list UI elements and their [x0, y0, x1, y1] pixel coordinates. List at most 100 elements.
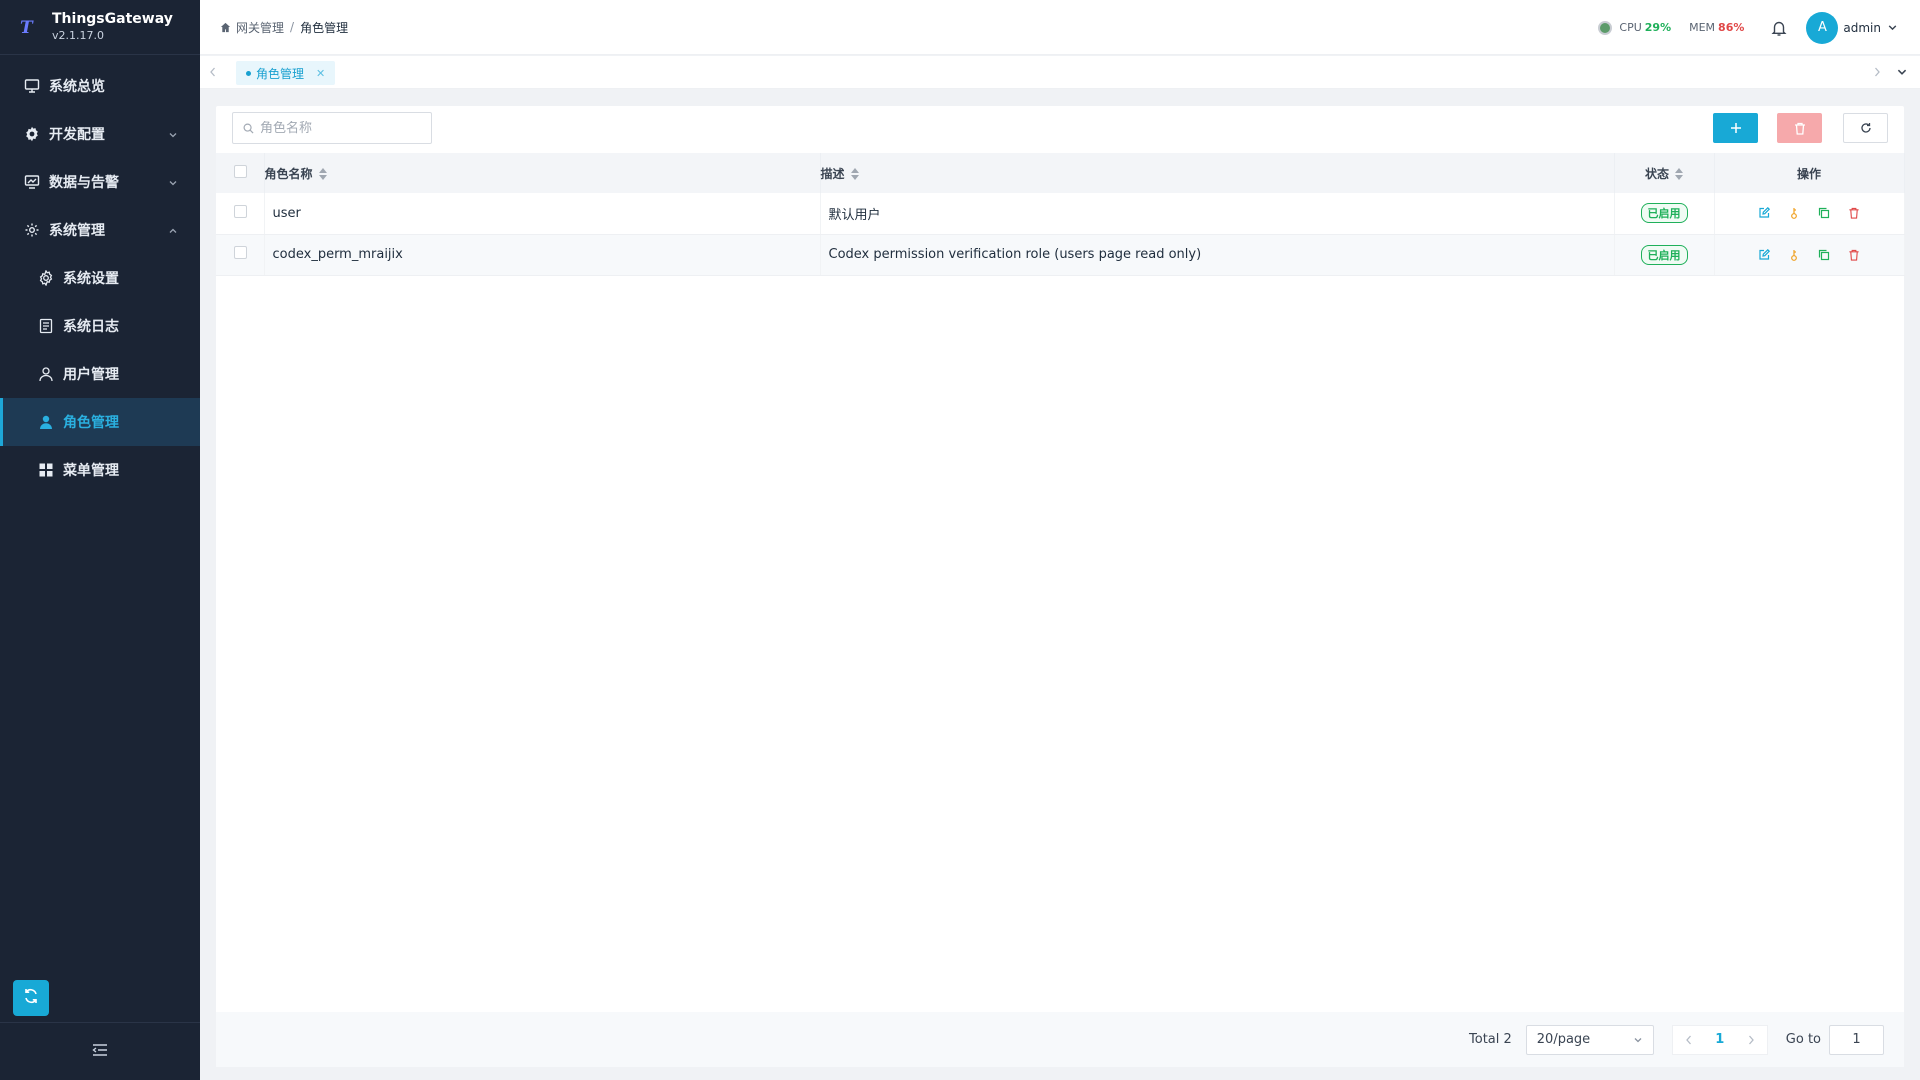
- column-header-description[interactable]: 描述: [820, 153, 1615, 193]
- copy-icon[interactable]: [1818, 249, 1830, 261]
- delete-icon[interactable]: [1848, 249, 1860, 261]
- key-icon[interactable]: [1788, 249, 1800, 261]
- sidebar-item-menu-management[interactable]: 菜单管理: [0, 446, 200, 494]
- sidebar-item-system-settings[interactable]: 系统设置: [0, 254, 200, 302]
- sidebar-item-system-admin[interactable]: 系统管理: [0, 206, 200, 254]
- add-button[interactable]: [1713, 113, 1758, 143]
- sidebar-item-label: 菜单管理: [63, 463, 119, 479]
- row-checkbox[interactable]: [234, 246, 247, 259]
- page-navigation: 1: [1671, 1024, 1768, 1055]
- sort-icon[interactable]: [850, 168, 859, 180]
- header-right: CPU 29% MEM 86% A admin: [1598, 0, 1898, 55]
- mem-value: 86%: [1718, 21, 1745, 34]
- column-header-status[interactable]: 状态: [1614, 153, 1715, 193]
- sidebar-menu: 系统总览 开发配置 数据与告警 系统管理 系统设置 系统日志 用户管理 角色管理…: [0, 62, 200, 494]
- app-name: ThingsGateway: [52, 11, 173, 27]
- user-solid-icon: [38, 414, 54, 430]
- page-size-select[interactable]: 20/page: [1525, 1024, 1654, 1055]
- username[interactable]: admin: [1843, 21, 1881, 35]
- table-header-row: 角色名称 描述 状态 操作: [216, 153, 1905, 193]
- sidebar-item-system-log[interactable]: 系统日志: [0, 302, 200, 350]
- column-title: 操作: [1796, 166, 1821, 181]
- sort-icon[interactable]: [1675, 168, 1683, 180]
- edit-icon[interactable]: [1758, 248, 1770, 261]
- batch-delete-button[interactable]: [1777, 113, 1822, 143]
- goto-label: Go to: [1785, 1032, 1821, 1047]
- table-row[interactable]: user 默认用户 已启用: [216, 193, 1905, 235]
- logo-icon: T: [20, 18, 33, 38]
- refresh-button[interactable]: [1843, 113, 1888, 143]
- sidebar: T ThingsGateway v2.1.17.0 系统总览 开发配置 数据与告…: [0, 0, 200, 1080]
- mem-label: MEM: [1689, 21, 1716, 34]
- breadcrumb-item-gateway[interactable]: 网关管理: [236, 19, 284, 36]
- grid-icon: [38, 462, 54, 478]
- key-icon[interactable]: [1788, 207, 1800, 220]
- column-header-name[interactable]: 角色名称: [264, 153, 821, 193]
- search-box[interactable]: [232, 112, 432, 144]
- chevron-up-icon: [168, 224, 178, 240]
- brand: T ThingsGateway v2.1.17.0: [0, 0, 200, 55]
- trash-icon: [1794, 122, 1806, 135]
- edit-icon[interactable]: [1758, 207, 1770, 219]
- chevron-down-icon: [168, 128, 178, 144]
- chevron-left-icon[interactable]: [208, 66, 218, 82]
- sidebar-item-label: 用户管理: [63, 367, 119, 383]
- current-page[interactable]: 1: [1715, 1032, 1724, 1047]
- sidebar-collapse-button[interactable]: [0, 1022, 200, 1080]
- role-description-cell: 默认用户: [820, 193, 1615, 235]
- goto-page-input[interactable]: 1: [1829, 1024, 1884, 1055]
- select-all-cell: [216, 153, 265, 193]
- chevron-down-icon[interactable]: [1887, 22, 1898, 33]
- column-title: 描述: [820, 166, 845, 181]
- sidebar-item-dev-config[interactable]: 开发配置: [0, 110, 200, 158]
- monitor-icon: [24, 78, 40, 94]
- search-icon: [243, 123, 254, 134]
- search-input[interactable]: [260, 120, 420, 136]
- sidebar-item-role-management[interactable]: 角色管理: [0, 398, 200, 446]
- breadcrumb-separator: /: [290, 20, 295, 34]
- total-count: Total 2: [1469, 1032, 1512, 1047]
- sync-button[interactable]: [13, 980, 49, 1016]
- row-actions: [1715, 248, 1904, 261]
- gear-icon: [24, 126, 40, 142]
- sort-icon[interactable]: [318, 168, 327, 180]
- breadcrumb: 网关管理 / 角色管理: [220, 19, 348, 36]
- gear-outline-icon: [38, 270, 54, 286]
- sidebar-item-label: 数据与告警: [49, 175, 119, 191]
- next-page-icon[interactable]: [1746, 1034, 1756, 1046]
- sidebar-item-label: 开发配置: [49, 127, 105, 143]
- sidebar-item-overview[interactable]: 系统总览: [0, 62, 200, 110]
- sidebar-item-label: 系统总览: [49, 79, 105, 95]
- chevron-right-icon[interactable]: [1872, 66, 1882, 82]
- chevron-down-icon: [1633, 1035, 1643, 1045]
- sidebar-item-label: 系统管理: [49, 223, 105, 239]
- sidebar-item-data-alarm[interactable]: 数据与告警: [0, 158, 200, 206]
- role-name-cell: codex_perm_mraijix: [264, 234, 821, 276]
- column-title: 状态: [1644, 166, 1669, 181]
- top-header: 网关管理 / 角色管理 CPU 29% MEM 86% A admin: [200, 0, 1920, 55]
- sync-icon: [22, 987, 40, 1009]
- delete-icon[interactable]: [1848, 207, 1860, 219]
- prev-page-icon[interactable]: [1684, 1034, 1694, 1046]
- cpu-label: CPU: [1619, 21, 1642, 34]
- user-outline-icon: [38, 366, 54, 382]
- status-badge: 已启用: [1640, 203, 1688, 224]
- column-header-actions: 操作: [1714, 153, 1905, 193]
- avatar[interactable]: A: [1806, 11, 1839, 44]
- log-icon: [38, 318, 54, 334]
- close-icon[interactable]: ✕: [316, 67, 325, 80]
- bell-icon[interactable]: [1770, 19, 1788, 37]
- select-all-checkbox[interactable]: [234, 165, 247, 178]
- table-row[interactable]: codex_perm_mraijix Codex permission veri…: [216, 234, 1905, 276]
- column-title: 角色名称: [264, 166, 313, 181]
- goto-page-value: 1: [1852, 1032, 1861, 1047]
- roles-table: 角色名称 描述 状态 操作 user 默认用户 已启用 codex_perm_m…: [216, 153, 1905, 276]
- status-indicator: [1598, 20, 1613, 35]
- sidebar-item-user-management[interactable]: 用户管理: [0, 350, 200, 398]
- tab-role-management[interactable]: 角色管理 ✕: [236, 61, 336, 85]
- sidebar-item-label: 角色管理: [63, 415, 119, 431]
- copy-icon[interactable]: [1818, 207, 1830, 219]
- row-checkbox[interactable]: [234, 204, 247, 218]
- status-badge: 已启用: [1640, 244, 1688, 265]
- tabs-dropdown-icon[interactable]: [1896, 66, 1908, 82]
